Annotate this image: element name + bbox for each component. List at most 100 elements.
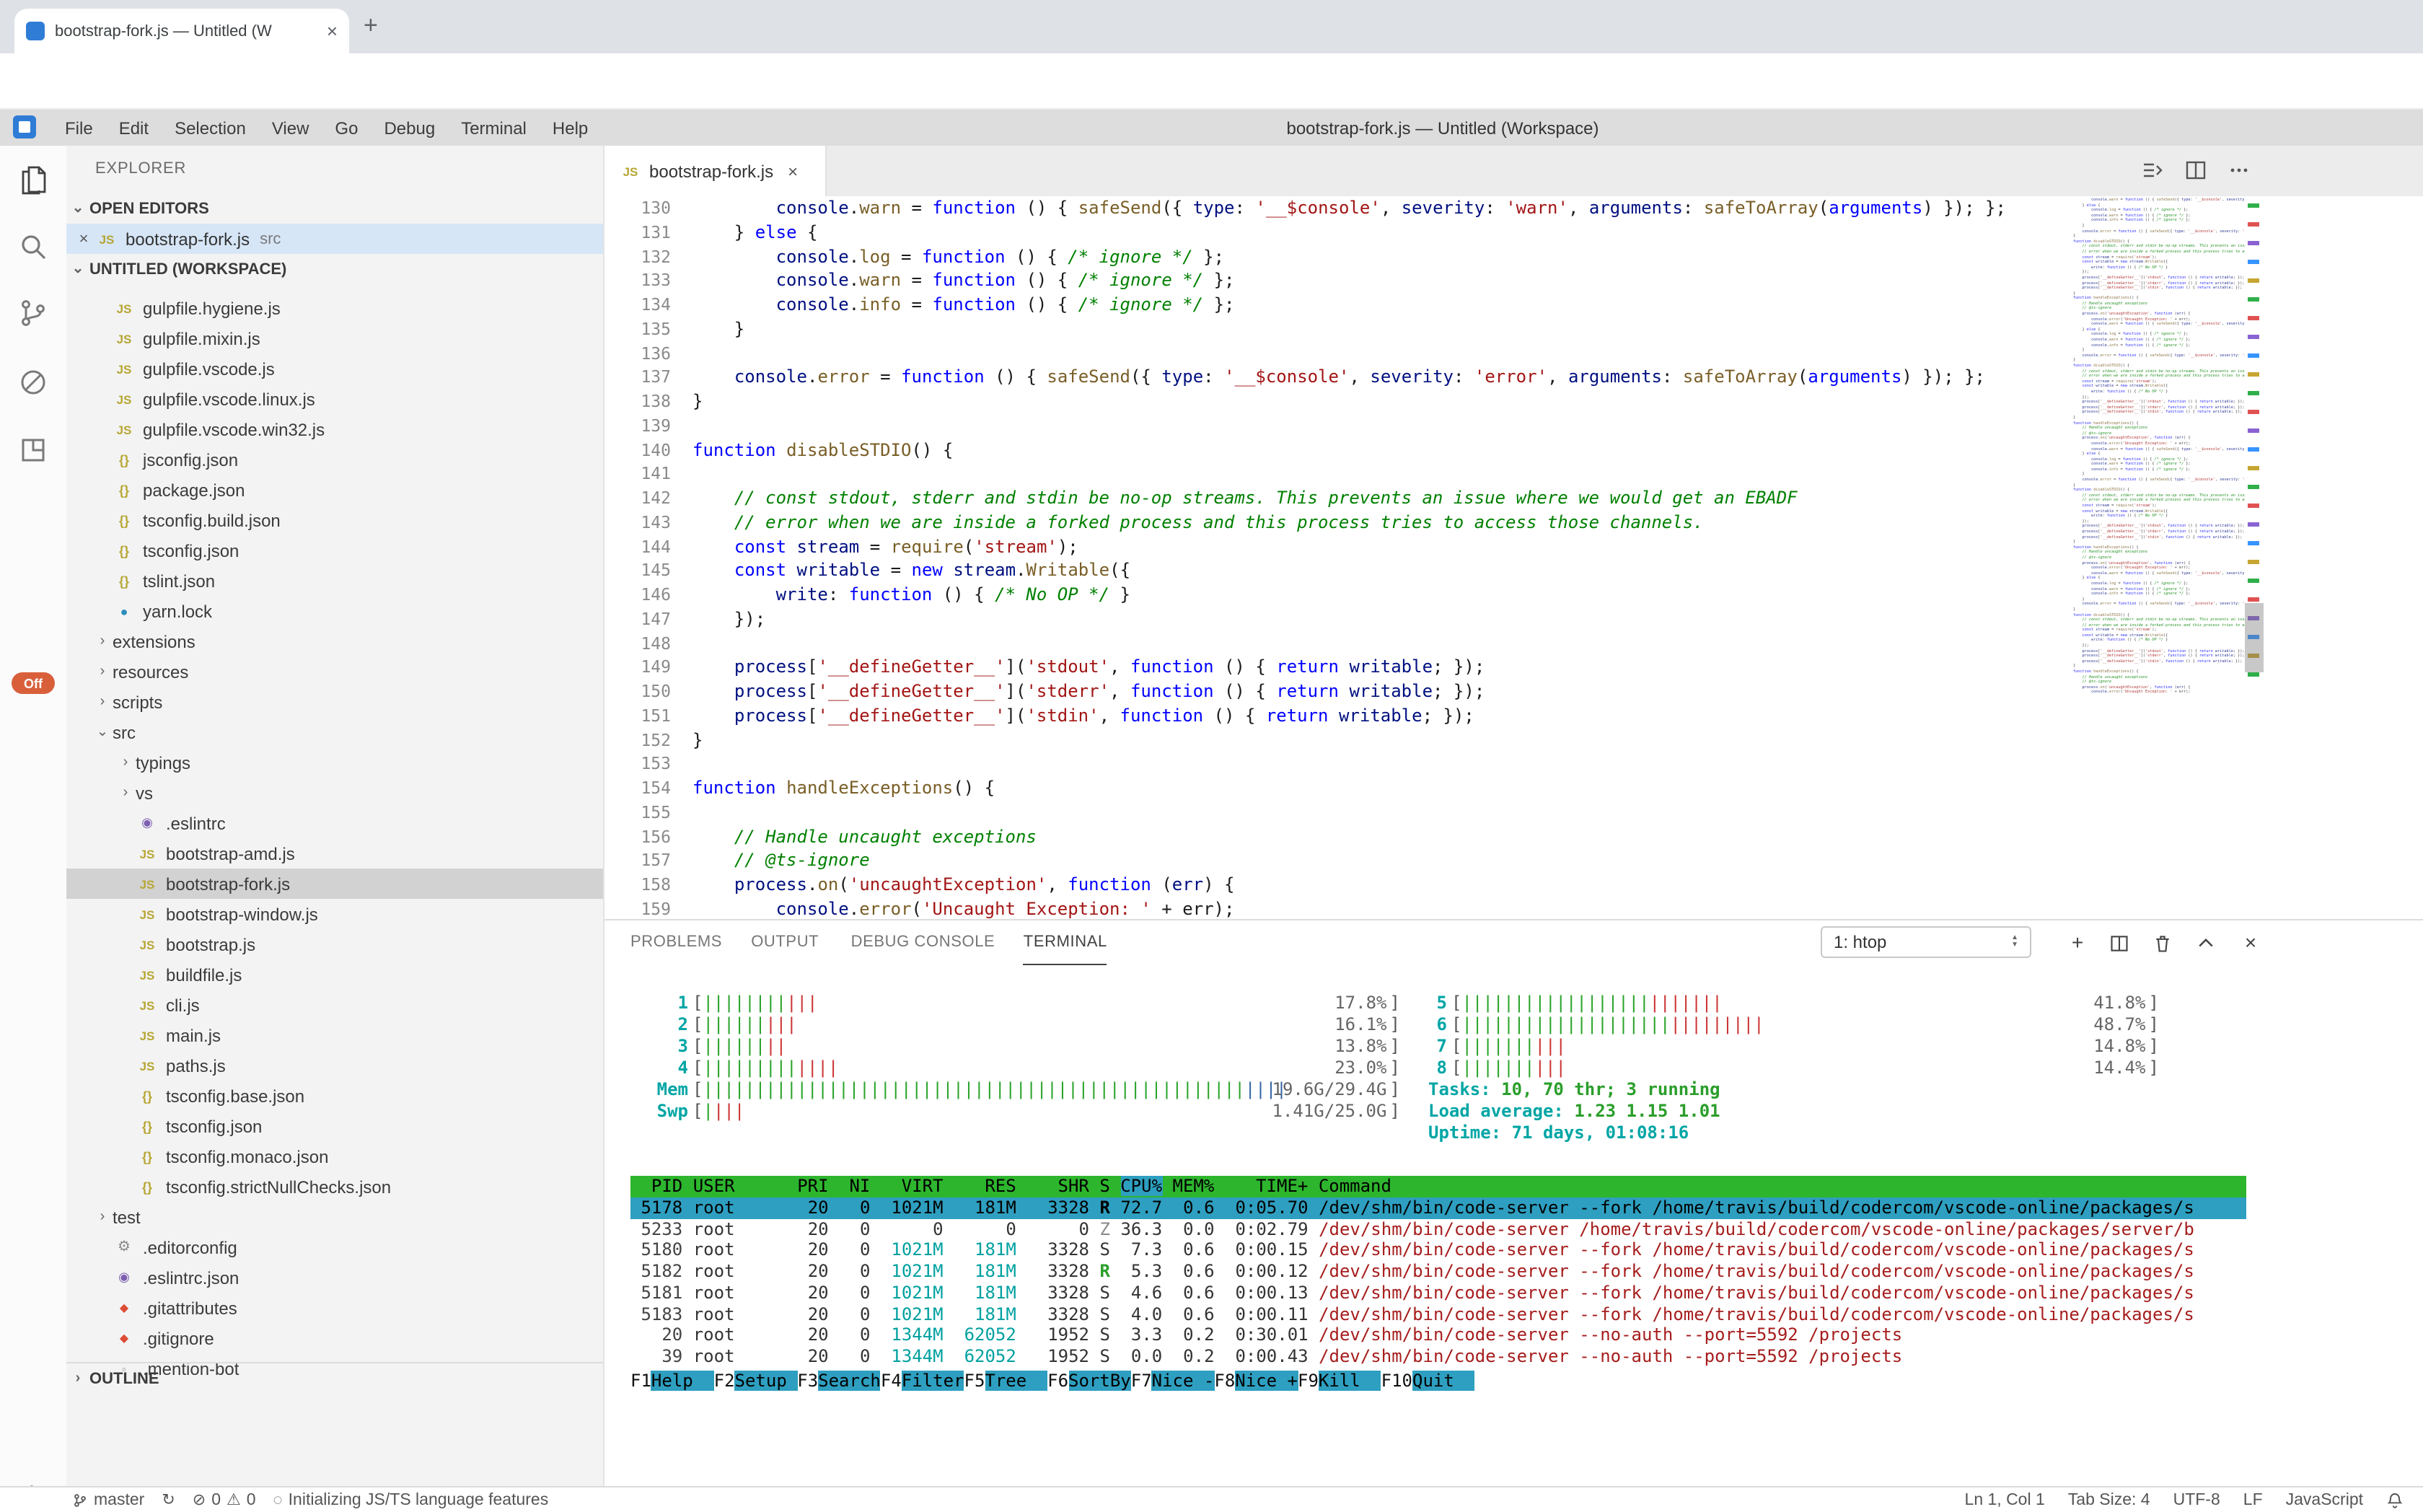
code-line-152[interactable]: 152}	[604, 728, 703, 752]
workspace-header[interactable]: ⌄ UNTITLED (WORKSPACE)	[66, 254, 603, 284]
file-tree-item-gulpfile-mixin-js[interactable]: JSgulpfile.mixin.js	[66, 323, 603, 353]
open-editors-header[interactable]: ⌄ OPEN EDITORS	[66, 193, 603, 224]
file-tree-item-resources[interactable]: ›resources	[66, 656, 603, 687]
panel-tab-problems[interactable]: PROBLEMS	[630, 920, 722, 964]
panel-tab-terminal[interactable]: TERMINAL	[1024, 920, 1107, 965]
code-line-157[interactable]: 157 // @ts-ignore	[604, 849, 870, 874]
editor-scrollbar[interactable]	[2245, 603, 2264, 672]
code-line-130[interactable]: 130 console.warn = function () { safeSen…	[604, 196, 2006, 221]
open-editor-item[interactable]: × JS bootstrap-fork.js src	[66, 224, 603, 254]
code-line-143[interactable]: 143 // error when we are inside a forked…	[604, 511, 1704, 535]
file-tree-item-paths-js[interactable]: JSpaths.js	[66, 1050, 603, 1081]
file-tree-item-package-json[interactable]: {}package.json	[66, 475, 603, 505]
file-tree-item--gitattributes[interactable]: ◆.gitattributes	[66, 1293, 603, 1323]
code-line-156[interactable]: 156 // Handle uncaught exceptions	[604, 825, 1037, 849]
telemetry-off-badge[interactable]: Off	[12, 672, 55, 694]
code-line-134[interactable]: 134 console.info = function () { /* igno…	[604, 293, 1235, 317]
split-editor-icon[interactable]	[2184, 159, 2207, 182]
outline-header[interactable]: › OUTLINE	[66, 1362, 603, 1394]
file-tree-item-jsconfig-json[interactable]: {}jsconfig.json	[66, 444, 603, 475]
file-tree-item-tslint-json[interactable]: {}tslint.json	[66, 566, 603, 596]
source-control-icon[interactable]	[16, 296, 50, 330]
file-tree-item-gulpfile-vscode-linux-js[interactable]: JSgulpfile.vscode.linux.js	[66, 384, 603, 414]
file-tree-item-main-js[interactable]: JSmain.js	[66, 1020, 603, 1050]
file-tree-item--gitignore[interactable]: ◆.gitignore	[66, 1323, 603, 1353]
split-terminal-icon[interactable]	[2109, 933, 2132, 957]
menu-help[interactable]: Help	[540, 118, 601, 138]
code-line-158[interactable]: 158 process.on('uncaughtException', func…	[604, 873, 1235, 897]
file-tree-item-src[interactable]: ⌄src	[66, 717, 603, 747]
file-tree-item-gulpfile-vscode-js[interactable]: JSgulpfile.vscode.js	[66, 353, 603, 384]
file-tree-item-buildfile-js[interactable]: JSbuildfile.js	[66, 959, 603, 990]
file-tree-item-test[interactable]: ›test	[66, 1202, 603, 1232]
file-tree-item--editorconfig[interactable]: ⚙.editorconfig	[66, 1232, 603, 1262]
code-line-145[interactable]: 145 const writable = new stream.Writable…	[604, 559, 1130, 584]
code-line-151[interactable]: 151 process['__defineGetter__']('stdin',…	[604, 704, 1474, 729]
panel-tab-output[interactable]: OUTPUT	[751, 920, 819, 964]
file-tree-item-gulpfile-vscode-win32-js[interactable]: JSgulpfile.vscode.win32.js	[66, 414, 603, 444]
code-line-141[interactable]: 141	[604, 462, 692, 487]
problems-indicator[interactable]: ⊘ 0 ⚠ 0	[193, 1490, 256, 1509]
menu-terminal[interactable]: Terminal	[448, 118, 540, 138]
menu-edit[interactable]: Edit	[106, 118, 162, 138]
branch-indicator[interactable]: master	[72, 1491, 144, 1508]
search-icon[interactable]	[16, 229, 50, 264]
browser-tab[interactable]: bootstrap-fork.js — Untitled (W ×	[14, 9, 349, 53]
code-line-144[interactable]: 144 const stream = require('stream');	[604, 535, 1078, 559]
eol[interactable]: LF	[2243, 1491, 2263, 1508]
code-line-140[interactable]: 140function disableSTDIO() {	[604, 438, 953, 462]
code-line-135[interactable]: 135 }	[604, 317, 744, 342]
terminal-picker[interactable]: 1: htop ▲▼	[1821, 926, 2031, 958]
file-tree-item--eslintrc-json[interactable]: ◉.eslintrc.json	[66, 1262, 603, 1293]
file-tree-item-bootstrap-js[interactable]: JSbootstrap.js	[66, 929, 603, 959]
sync-icon[interactable]: ↻	[162, 1490, 175, 1509]
file-tree-item-yarn-lock[interactable]: ●yarn.lock	[66, 596, 603, 626]
code-line-147[interactable]: 147 });	[604, 607, 765, 632]
file-tree-item-tsconfig-base-json[interactable]: {}tsconfig.base.json	[66, 1081, 603, 1111]
more-actions-icon[interactable]	[2228, 159, 2251, 182]
file-tree-item-vs[interactable]: ›vs	[66, 778, 603, 808]
code-line-155[interactable]: 155	[604, 801, 692, 825]
file-tree-item-tsconfig-monaco-json[interactable]: {}tsconfig.monaco.json	[66, 1141, 603, 1172]
file-tree-item-extensions[interactable]: ›extensions	[66, 626, 603, 656]
close-icon[interactable]: ×	[72, 230, 95, 247]
code-line-132[interactable]: 132 console.log = function () { /* ignor…	[604, 245, 1224, 269]
file-tree-item--eslintrc[interactable]: ◉.eslintrc	[66, 808, 603, 838]
menu-go[interactable]: Go	[322, 118, 371, 138]
code-line-139[interactable]: 139	[604, 414, 692, 439]
bell-icon[interactable]	[2386, 1491, 2404, 1508]
code-line-153[interactable]: 153	[604, 752, 692, 777]
file-tree-item-gulpfile-hygiene-js[interactable]: JSgulpfile.hygiene.js	[66, 293, 603, 323]
encoding[interactable]: UTF-8	[2173, 1491, 2220, 1508]
code-line-150[interactable]: 150 process['__defineGetter__']('stderr'…	[604, 680, 1485, 704]
code-line-159[interactable]: 159 console.error('Uncaught Exception: '…	[604, 897, 1234, 920]
file-tree-item-scripts[interactable]: ›scripts	[66, 687, 603, 717]
file-tree-item-typings[interactable]: ›typings	[66, 747, 603, 778]
code-line-149[interactable]: 149 process['__defineGetter__']('stdout'…	[604, 656, 1485, 680]
debug-icon[interactable]	[16, 365, 50, 400]
code-line-154[interactable]: 154function handleExceptions() {	[604, 776, 995, 801]
explorer-icon[interactable]	[16, 163, 50, 198]
terminal[interactable]: 1[|||||||||||17.8%]5[|||||||||||||||||||…	[630, 993, 2246, 1469]
minimap[interactable]: console.warn = function () { safeSend({ …	[2073, 198, 2245, 818]
menu-debug[interactable]: Debug	[371, 118, 448, 138]
file-tree-item-bootstrap-fork-js[interactable]: JSbootstrap-fork.js	[66, 869, 603, 899]
menu-view[interactable]: View	[259, 118, 322, 138]
close-tab-icon[interactable]: ×	[327, 20, 338, 42]
menu-file[interactable]: File	[52, 118, 106, 138]
maximize-panel-icon[interactable]	[2196, 933, 2219, 957]
file-tree-item-cli-js[interactable]: JScli.js	[66, 990, 603, 1020]
code-line-131[interactable]: 131 } else {	[604, 221, 817, 245]
code-line-138[interactable]: 138}	[604, 390, 703, 414]
tab-size[interactable]: Tab Size: 4	[2068, 1491, 2150, 1508]
cursor-position[interactable]: Ln 1, Col 1	[1965, 1491, 2045, 1508]
language-mode[interactable]: JavaScript	[2286, 1491, 2363, 1508]
kill-terminal-trash-icon[interactable]	[2152, 933, 2176, 957]
file-tree-item-tsconfig-json[interactable]: {}tsconfig.json	[66, 535, 603, 566]
close-tab-icon[interactable]: ×	[788, 161, 798, 181]
code-line-142[interactable]: 142 // const stdout, stderr and stdin be…	[604, 486, 1798, 511]
file-tree-item-tsconfig-strictnullchecks-json[interactable]: {}tsconfig.strictNullChecks.json	[66, 1172, 603, 1202]
new-tab-button[interactable]: +	[364, 12, 378, 40]
code-line-133[interactable]: 133 console.warn = function () { /* igno…	[604, 269, 1235, 294]
extensions-icon[interactable]	[16, 433, 50, 467]
